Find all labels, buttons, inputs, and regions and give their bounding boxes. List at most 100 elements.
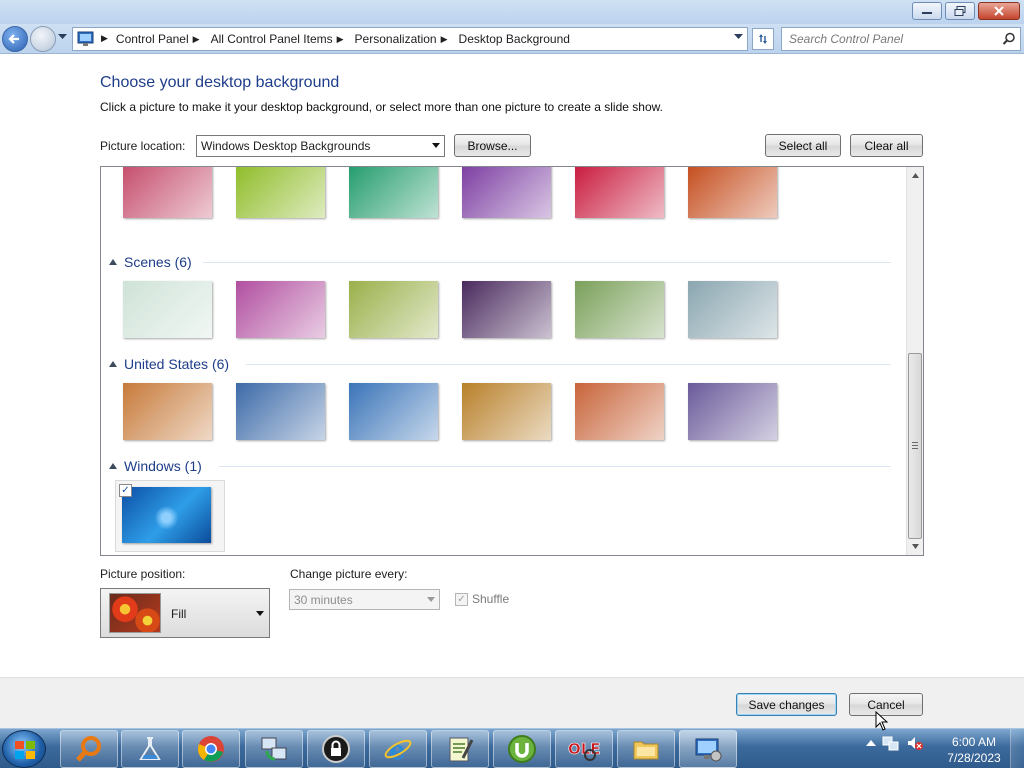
wallpaper-thumbnail[interactable] [236, 383, 325, 440]
wallpaper-thumbnail[interactable] [462, 167, 551, 218]
page-title: Choose your desktop background [100, 74, 340, 91]
notepad-icon [449, 737, 474, 762]
scroll-down-button[interactable] [907, 538, 923, 555]
taskbar-app-2[interactable] [121, 730, 179, 768]
wallpaper-thumbnail[interactable] [688, 281, 777, 338]
title-bar [0, 0, 1024, 24]
picture-position-value: Fill [171, 607, 187, 621]
select-all-button[interactable]: Select all [765, 134, 841, 157]
wallpaper-thumbnail[interactable] [688, 167, 777, 218]
wallpaper-thumbnail[interactable] [123, 281, 212, 338]
wallpaper-thumbnail[interactable] [349, 167, 438, 218]
clock-date: 7/28/2023 [947, 751, 1001, 765]
wallpaper-thumbnail[interactable] [123, 167, 212, 218]
wallpaper-thumbnail[interactable] [575, 167, 664, 218]
position-preview-image [109, 593, 161, 633]
address-dropdown-icon[interactable] [734, 34, 743, 40]
collapse-triangle-icon[interactable] [109, 259, 117, 265]
breadcrumb-label: Desktop Background [458, 32, 570, 46]
forward-button[interactable] [30, 26, 56, 52]
chevron-down-icon [256, 611, 264, 616]
utorrent-icon [508, 735, 536, 763]
volume-muted-icon[interactable] [906, 735, 924, 751]
refresh-button[interactable] [752, 28, 774, 50]
breadcrumb-personalization[interactable]: Personalization ▶ [355, 32, 455, 46]
clear-all-button[interactable]: Clear all [850, 134, 923, 157]
wallpaper-thumbnail[interactable] [236, 281, 325, 338]
breadcrumb-desktop-background[interactable]: Desktop Background [459, 32, 570, 46]
start-button[interactable] [2, 730, 46, 768]
magnifier-icon [76, 736, 101, 762]
taskbar-clock[interactable]: 6:00 AM 7/28/2023 [944, 734, 1004, 766]
picture-location-select[interactable]: Windows Desktop Backgrounds [196, 135, 445, 157]
group-header[interactable]: Scenes (6) [109, 253, 192, 271]
wallpaper-gallery[interactable]: Scenes (6) United States (6) Windows (1) ✓ [100, 166, 924, 556]
back-button[interactable] [2, 26, 28, 52]
search-icon[interactable] [1002, 32, 1016, 46]
lab-flask-icon [139, 737, 161, 760]
taskbar-lock-app[interactable] [307, 730, 365, 768]
picture-position-dropdown[interactable]: Fill [100, 588, 270, 638]
taskbar-internet-explorer[interactable]: e [369, 730, 427, 768]
taskbar-editor-app[interactable] [431, 730, 489, 768]
change-interval-select[interactable]: 30 minutes [289, 589, 440, 610]
group-header[interactable]: United States (6) [109, 355, 229, 373]
browse-button[interactable]: Browse... [454, 134, 531, 157]
wallpaper-thumbnail[interactable] [349, 281, 438, 338]
scroll-down-icon [911, 544, 919, 549]
taskbar-chrome[interactable] [182, 730, 240, 768]
wallpaper-thumbnail[interactable] [123, 383, 212, 440]
address-bar[interactable]: ▶ Control Panel ▶ All Control Panel Items… [72, 27, 748, 51]
svg-text:e: e [389, 736, 406, 764]
network-status-icon[interactable] [882, 735, 900, 751]
page-instructions: Click a picture to make it your desktop … [100, 100, 663, 114]
wallpaper-thumbnail[interactable] [462, 383, 551, 440]
wallpaper-thumbnail[interactable] [236, 167, 325, 218]
search-placeholder: Search Control Panel [789, 32, 904, 46]
show-hidden-icons-icon[interactable] [866, 739, 876, 747]
collapse-triangle-icon[interactable] [109, 361, 117, 367]
taskbar-search-app[interactable] [60, 730, 118, 768]
search-box[interactable]: Search Control Panel [781, 27, 1021, 51]
breadcrumb-all-items[interactable]: All Control Panel Items ▶ [211, 32, 351, 46]
scrollbar-thumb[interactable] [908, 353, 922, 539]
collapse-triangle-icon[interactable] [109, 463, 117, 469]
restore-button[interactable] [945, 2, 975, 20]
wallpaper-thumbnail[interactable] [575, 281, 664, 338]
taskbar: e OLE 6:00 AM 7/28/2023 [0, 728, 1024, 768]
recent-pages-dropdown-icon[interactable] [58, 34, 67, 40]
group-title: Scenes (6) [124, 254, 192, 270]
chrome-icon [197, 736, 224, 762]
chevron-down-icon [432, 143, 440, 148]
dialog-footer: Save changes Cancel [0, 677, 1024, 728]
taskbar-utorrent[interactable] [493, 730, 551, 768]
grip-icon [912, 442, 918, 451]
group-divider [246, 364, 891, 365]
minimize-icon [922, 12, 932, 14]
taskbar-ole-app[interactable]: OLE [555, 730, 613, 768]
group-title: Windows (1) [124, 458, 202, 474]
vertical-scrollbar[interactable] [906, 167, 923, 555]
thumbnail-checkbox[interactable]: ✓ [119, 484, 132, 497]
close-button[interactable] [978, 2, 1020, 20]
change-interval-value: 30 minutes [294, 592, 353, 607]
ole-icon: OLE [568, 740, 601, 761]
wallpaper-thumbnail[interactable] [575, 383, 664, 440]
wallpaper-thumbnail[interactable] [462, 281, 551, 338]
minimize-button[interactable] [912, 2, 942, 20]
save-changes-button[interactable]: Save changes [736, 693, 837, 716]
wallpaper-thumbnail[interactable] [688, 383, 777, 440]
scroll-up-button[interactable] [907, 167, 923, 184]
breadcrumb-control-panel[interactable]: Control Panel ▶ [116, 32, 207, 46]
wallpaper-thumbnail[interactable] [349, 383, 438, 440]
shuffle-checkbox[interactable]: ✓ Shuffle [455, 592, 509, 606]
control-panel-icon [695, 738, 722, 762]
group-header[interactable]: Windows (1) [109, 457, 202, 475]
taskbar-network-app[interactable] [245, 730, 303, 768]
wallpaper-thumbnail[interactable] [122, 487, 211, 543]
checkbox-check-icon: ✓ [455, 592, 468, 606]
arrow-left-icon [8, 34, 19, 44]
taskbar-file-explorer[interactable] [617, 730, 675, 768]
taskbar-control-panel[interactable] [679, 730, 737, 768]
show-desktop-button[interactable] [1010, 729, 1024, 768]
